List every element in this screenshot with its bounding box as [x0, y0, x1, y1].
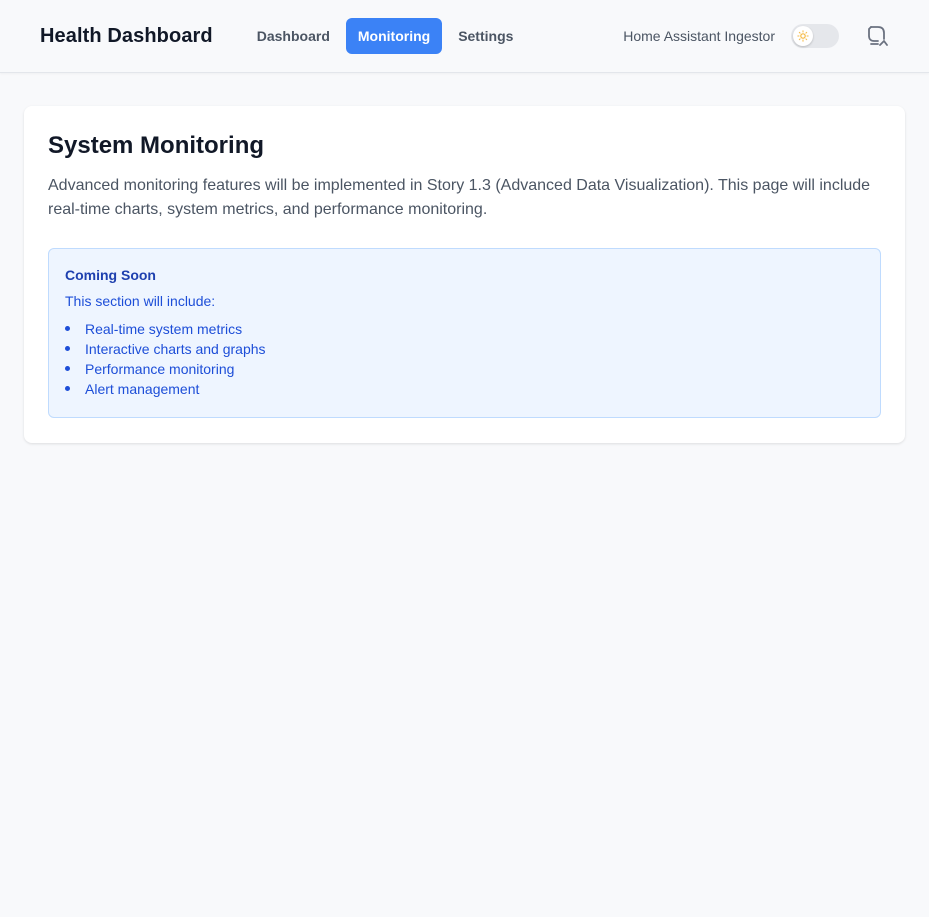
monitoring-card: System Monitoring Advanced monitoring fe…: [24, 106, 905, 443]
info-box-title: Coming Soon: [65, 267, 156, 283]
refresh-button[interactable]: [865, 24, 889, 48]
app-name-label: Home Assistant Ingestor: [623, 28, 775, 44]
page-title: System Monitoring: [48, 132, 265, 159]
list-item-label: Real-time system metrics: [85, 321, 243, 337]
main-nav: Dashboard Monitoring Settings: [245, 18, 530, 54]
app-brand-title: Health Dashboard: [40, 24, 213, 47]
list-item-label: Alert management: [85, 381, 200, 397]
list-item: Alert management: [65, 379, 864, 399]
list-item: Interactive charts and graphs: [65, 339, 864, 359]
list-item-label: Interactive charts and graphs: [85, 341, 266, 357]
coming-soon-box: Coming Soon This section will include: R…: [48, 248, 881, 418]
bullet-icon: [65, 346, 70, 351]
bullet-icon: [65, 326, 70, 331]
list-item: Real-time system metrics: [65, 319, 864, 339]
list-item-label: Performance monitoring: [85, 361, 235, 377]
nav-tab-settings[interactable]: Settings: [446, 18, 525, 54]
refresh-icon: [868, 26, 888, 46]
toggle-knob: [793, 26, 813, 46]
info-box-subtitle: This section will include:: [65, 293, 216, 309]
sun-icon: [797, 30, 809, 42]
nav-tab-dashboard[interactable]: Dashboard: [245, 18, 342, 54]
feature-list: Real-time system metrics Interactive cha…: [65, 319, 864, 399]
page-description: Advanced monitoring features will be imp…: [48, 177, 871, 218]
top-navigation-bar: Health Dashboard Dashboard Monitoring Se…: [0, 0, 929, 73]
bullet-icon: [65, 386, 70, 391]
theme-toggle[interactable]: [791, 24, 839, 48]
list-item: Performance monitoring: [65, 359, 864, 379]
header-right-controls: Home Assistant Ingestor: [623, 24, 889, 48]
nav-tab-monitoring[interactable]: Monitoring: [345, 18, 443, 54]
bullet-icon: [65, 366, 70, 371]
